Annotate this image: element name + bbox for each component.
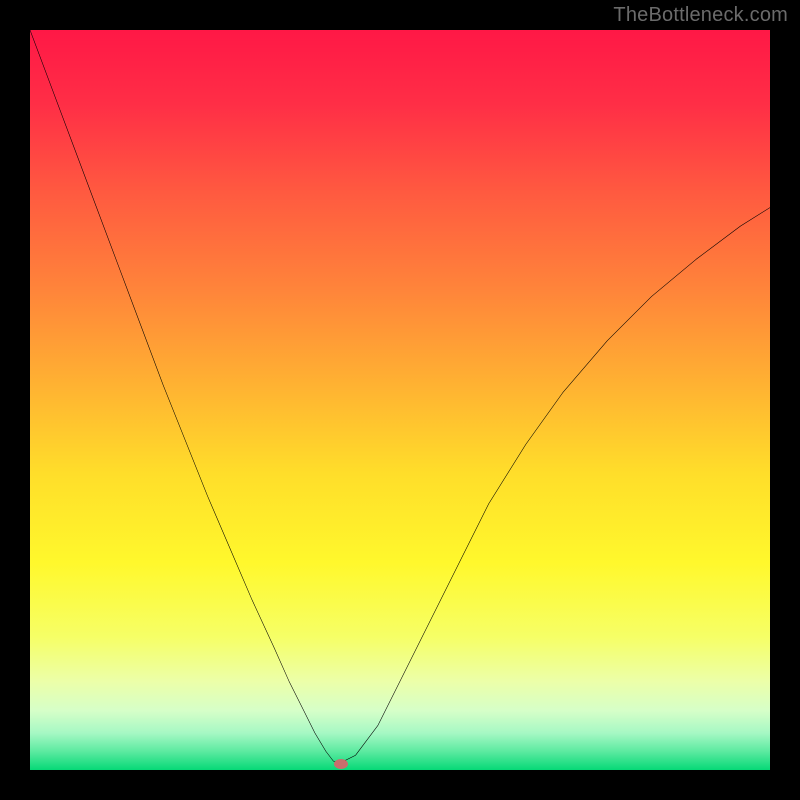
bottleneck-curve [30, 30, 770, 770]
minimum-marker [334, 759, 348, 769]
watermark-text: TheBottleneck.com [613, 4, 788, 27]
plot-area [30, 30, 770, 770]
chart-frame: TheBottleneck.com [0, 0, 800, 800]
